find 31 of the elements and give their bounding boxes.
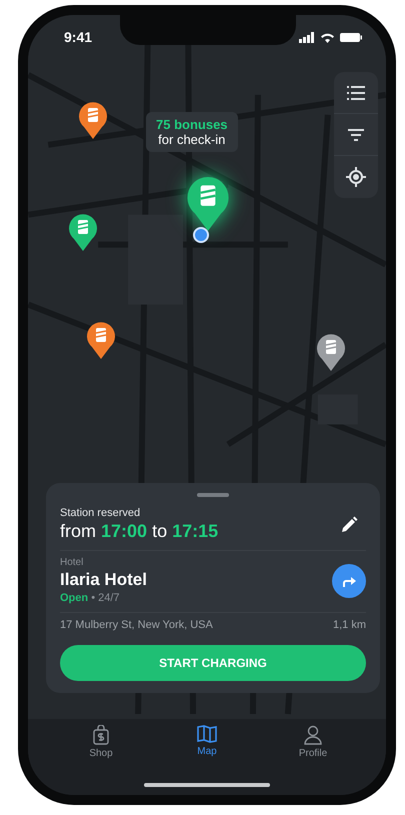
place-distance: 1,1 km bbox=[332, 619, 366, 631]
location-target-icon bbox=[346, 167, 366, 187]
map-icon bbox=[197, 725, 217, 743]
place-category: Hotel bbox=[60, 557, 84, 568]
charging-station-pin-icon[interactable] bbox=[186, 175, 230, 231]
charging-station-pin-icon[interactable] bbox=[316, 333, 346, 371]
tab-button[interactable]: Profile bbox=[283, 725, 343, 765]
wifi-icon bbox=[320, 32, 335, 42]
status-time: 9:41 bbox=[64, 29, 92, 45]
opening-hours: Open • 24/7 bbox=[60, 592, 121, 604]
bonus-amount: 75 bonuses bbox=[156, 117, 228, 132]
filter-icon bbox=[348, 128, 364, 140]
place-address: 17 Mulberry St, New York, USA bbox=[60, 619, 213, 631]
charging-station-pin-icon[interactable] bbox=[86, 321, 116, 359]
tab-button[interactable]: Shop bbox=[71, 725, 131, 765]
person-icon bbox=[304, 725, 322, 745]
signal-icon bbox=[299, 32, 315, 42]
list-icon bbox=[347, 86, 365, 100]
tab-button[interactable]: Map bbox=[177, 725, 237, 765]
charging-station-pin-icon[interactable] bbox=[78, 101, 108, 139]
shopping-bag-icon bbox=[93, 725, 109, 745]
current-location-dot bbox=[193, 227, 209, 243]
reservation-time: from 17:00 to 17:15 bbox=[60, 521, 218, 542]
pencil-icon bbox=[340, 516, 358, 534]
reservation-label: Station reserved bbox=[60, 507, 142, 519]
bonus-caption: for check-in bbox=[157, 132, 226, 147]
directions-button[interactable] bbox=[332, 564, 366, 598]
turn-arrow-icon bbox=[342, 574, 356, 586]
charging-station-pin-icon[interactable] bbox=[68, 213, 98, 251]
drag-handle[interactable] bbox=[197, 493, 229, 497]
place-name: Ilaria Hotel bbox=[60, 570, 147, 590]
